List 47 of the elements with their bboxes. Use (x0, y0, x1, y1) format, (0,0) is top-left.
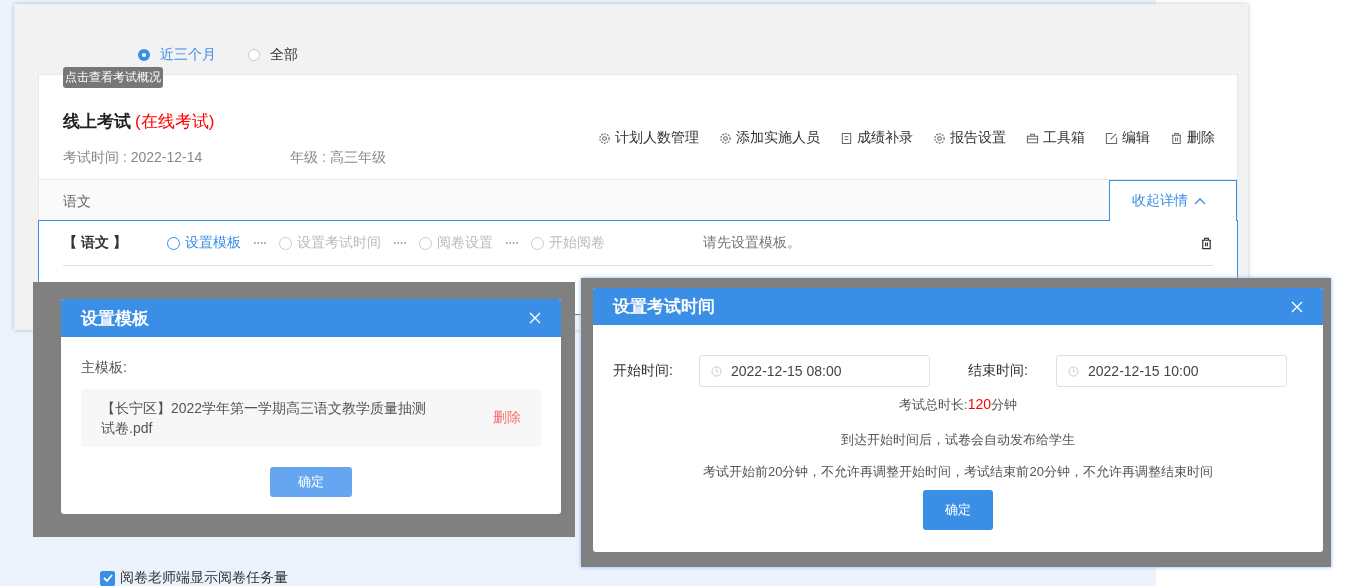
start-time-field[interactable]: 2022-12-15 08:00 (699, 355, 930, 387)
note-icon (840, 131, 853, 145)
trash-icon (1170, 131, 1183, 145)
dialog-title: 设置模板 (81, 307, 149, 330)
gear-icon (933, 131, 946, 145)
tooltip: 点击查看考试概况 (63, 67, 163, 88)
exam-title[interactable]: 线上考试 (63, 111, 131, 131)
gear-icon (719, 131, 732, 145)
action-link[interactable]: 删除 (1170, 129, 1215, 147)
end-time-field[interactable]: 2022-12-15 10:00 (1056, 355, 1287, 387)
gear-icon (598, 131, 611, 145)
field-label: 主模板: (81, 359, 128, 377)
subject-tab[interactable]: 语文 (39, 180, 115, 220)
note-text: 考试开始前20分钟，不允许再调整开始时间，考试结束前20分钟，不允许再调整结束时间 (702, 463, 1214, 481)
duration-text: 考试总时长:120分钟 (898, 396, 1018, 414)
edit-icon (1105, 131, 1118, 145)
field-label: 开始时间: (613, 362, 674, 380)
exam-type: (在线考试) (135, 111, 215, 131)
action-link[interactable]: 编辑 (1105, 129, 1150, 147)
hint-text: 请先设置模板。 (703, 234, 802, 252)
clock-icon (711, 365, 722, 377)
close-icon[interactable] (529, 312, 541, 324)
trash-icon[interactable] (1200, 236, 1213, 250)
action-link[interactable]: 报告设置 (933, 129, 1006, 147)
exam-date: 考试时间 : 2022-12-14 (63, 148, 203, 167)
action-link[interactable]: 添加实施人员 (719, 129, 820, 147)
step-item[interactable]: 设置模板 (167, 234, 241, 252)
field-label: 结束时间: (968, 362, 1029, 380)
exam-grade: 年级 : 高三年级 (290, 148, 386, 167)
dialog-title: 设置考试时间 (613, 296, 715, 318)
close-icon[interactable] (1291, 300, 1303, 313)
checkbox[interactable]: 阅卷老师端显示阅卷任务量 (100, 569, 288, 586)
filter-radio[interactable]: 全部 (248, 36, 298, 74)
checkbox-box[interactable] (100, 570, 115, 586)
action-link[interactable]: 工具箱 (1026, 129, 1085, 147)
note-text: 到达开始时间后，试卷会自动发布给学生 (840, 431, 1076, 449)
toolbox-icon (1026, 131, 1039, 145)
clock-icon (1068, 365, 1079, 377)
subject-name: 【 语文 】 (63, 234, 128, 252)
step-connector (253, 241, 267, 245)
action-link[interactable]: 计划人数管理 (598, 129, 699, 147)
caret-icon (1194, 197, 1206, 205)
step-connector (393, 241, 407, 245)
collapse-link[interactable]: 收起详情 (1109, 180, 1237, 221)
action-link[interactable]: 成绩补录 (840, 129, 913, 147)
step-connector (505, 241, 519, 245)
file-name: 【长宁区】2022学年第一学期高三语文教学质量抽测试卷.pdf (101, 399, 428, 438)
